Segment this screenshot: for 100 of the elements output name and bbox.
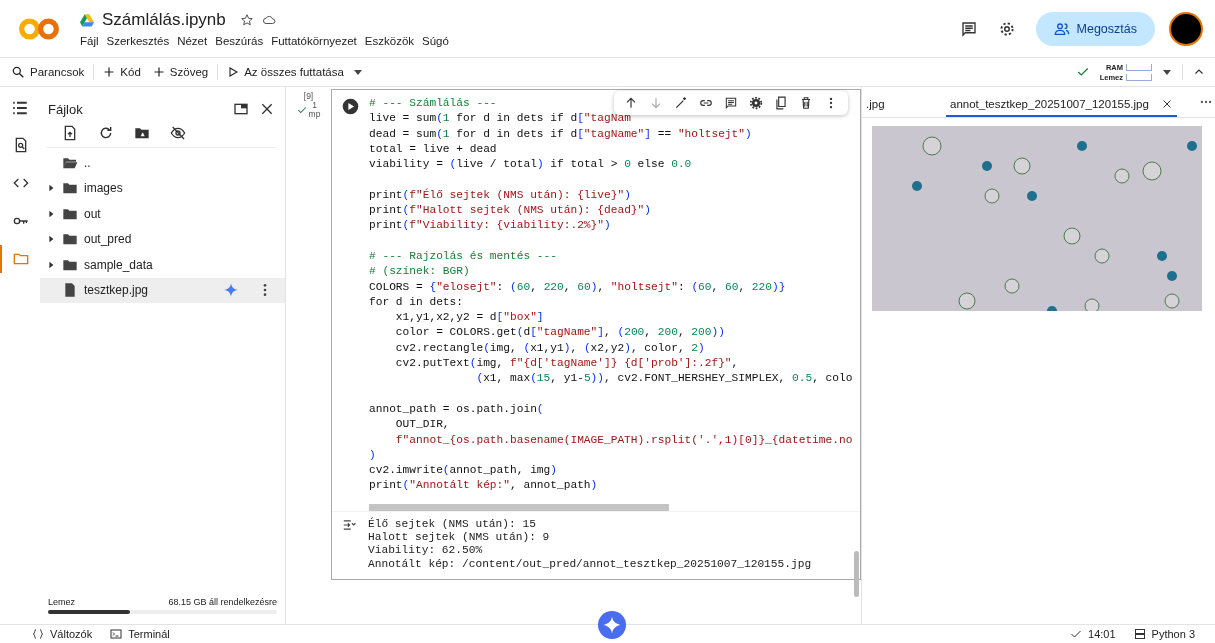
logo-icon[interactable]: [18, 16, 60, 41]
toolbar-button[interactable]: Parancsok: [8, 63, 88, 81]
terminal-icon: [110, 628, 123, 640]
file-row[interactable]: out_pred: [40, 226, 285, 252]
notebook-title[interactable]: Számlálás.ipynb: [102, 10, 226, 30]
hidden-eye-icon[interactable]: [170, 125, 186, 141]
avatar[interactable]: [1169, 11, 1203, 46]
list-icon[interactable]: [11, 99, 29, 117]
check-icon: [296, 104, 307, 115]
sparkle-button-icon[interactable]: [598, 611, 626, 639]
code-cell[interactable]: [331, 89, 861, 580]
code-line: print(f"Halott sejtek (NMS után): {dead}"): [369, 203, 651, 219]
code-line: f"annot_{os.path.basename(IMAGE_PATH).rsplit('.',1)[0]}_{datetime.no: [394, 432, 853, 448]
expand-arrow-icon[interactable]: [47, 235, 55, 244]
star-icon[interactable]: [239, 13, 254, 27]
code-line: (x1, max(15, y1-5)), cv2.FONT_HERSHEY_SIMPLEX, 0.5, colo: [475, 371, 853, 387]
variables-button[interactable]: Változók: [32, 628, 93, 640]
file-row[interactable]: images: [40, 175, 285, 201]
pen-sparkle-icon[interactable]: [674, 96, 688, 110]
file-row[interactable]: sample_data: [40, 252, 285, 278]
expand-arrow-icon[interactable]: [47, 184, 55, 193]
menu-item[interactable]: Nézet: [177, 35, 208, 47]
comment-icon[interactable]: [959, 19, 978, 38]
plus-icon: [152, 66, 165, 78]
menu-item[interactable]: Szerkesztés: [106, 35, 170, 47]
duration-value: 1: [312, 101, 317, 110]
code-line: cv2.imwrite(annot_path, img): [369, 463, 557, 479]
code-line: print(f"Viability: {viability:.2%}"): [369, 218, 611, 234]
mirror-cell-icon[interactable]: [774, 96, 788, 110]
drive-folder-icon[interactable]: [134, 125, 150, 141]
code-line: color = COLORS.get(d["tagName"], (200, 200, 200)): [394, 325, 725, 341]
file-row[interactable]: out: [40, 201, 285, 227]
window-icon[interactable]: [233, 101, 249, 117]
trash-icon[interactable]: [799, 96, 813, 110]
menu-item[interactable]: Eszközök: [364, 35, 415, 47]
menu-item[interactable]: Súgó: [422, 35, 449, 47]
cloud-icon[interactable]: [261, 13, 276, 27]
run-button-icon[interactable]: [342, 98, 359, 115]
file-row[interactable]: ..: [40, 150, 285, 176]
caret-icon[interactable]: [1162, 67, 1172, 77]
file-tab[interactable]: .jpg: [862, 98, 930, 117]
menu-item[interactable]: Beszúrás: [215, 35, 264, 47]
terminal-button[interactable]: Terminál: [110, 628, 170, 640]
settings-icon[interactable]: [749, 96, 763, 110]
code-line: cv2.putText(img, f"{d['tagName']} {d['prob']:.2f}",: [394, 356, 739, 372]
code-line: cv2.rectangle(img, (x1,y1), (x2,y2), color, 2): [394, 340, 705, 356]
vertical-scrollbar[interactable]: [854, 551, 859, 597]
server-icon: [1133, 628, 1146, 640]
run-time[interactable]: 14:01: [1070, 628, 1116, 640]
duration-unit: mp: [308, 109, 321, 118]
caret-icon[interactable]: [352, 67, 363, 77]
people-icon: [1053, 20, 1070, 37]
disk-free-text: 68.15 GB áll rendelkezésre: [168, 597, 277, 607]
search-page-icon: [13, 137, 29, 153]
refresh-icon[interactable]: [98, 125, 114, 141]
horizontal-scrollbar[interactable]: [369, 503, 669, 511]
upload-file-icon[interactable]: [62, 125, 78, 141]
check-icon: [1075, 65, 1090, 79]
file-icon: [62, 282, 78, 299]
panel-title: Fájlok: [48, 101, 84, 117]
code-line: annot_path = os.path.join(: [369, 401, 544, 417]
check-icon: [1070, 628, 1083, 640]
close-icon[interactable]: [259, 101, 275, 117]
output-line: Annotált kép: /content/out_pred/annot_tesztkep_20251007_120155.jpg: [368, 557, 812, 571]
ram-meter: [1126, 63, 1152, 71]
code-comment: # (színek: BGR): [369, 264, 470, 280]
code-line: for d in dets:: [369, 294, 463, 310]
code-comment: # --- Számlálás ---: [369, 96, 497, 111]
code-line: dead = sum(1 for d in dets if d["tagName"] == "holtsejt"): [369, 126, 752, 142]
toolbar-button[interactable]: Az összes futtatása: [224, 64, 347, 80]
runtime-button[interactable]: Python 3: [1133, 628, 1195, 640]
execution-count: [9]: [303, 91, 314, 101]
disk-label: Lemez: [48, 597, 75, 607]
search-icon: [11, 65, 25, 79]
code-line: x1,y1,x2,y2 = d["box"]: [394, 310, 544, 326]
plus-icon: [103, 66, 116, 78]
close-icon[interactable]: [1160, 98, 1173, 110]
code-line: OUT_DIR,: [394, 417, 450, 433]
menu-item[interactable]: Fájl: [80, 35, 99, 47]
menu-item[interactable]: Futtatókörnyezet: [271, 35, 357, 47]
code-comment: # --- Rajzolás és mentés ---: [369, 248, 557, 264]
arrow-up-icon[interactable]: [624, 96, 638, 110]
code-line: print("Annotált kép:", annot_path): [369, 478, 598, 494]
disk-meter: [1126, 73, 1152, 81]
output-toggle-icon[interactable]: [342, 517, 356, 532]
file-row[interactable]: tesztkep.jpg: [40, 277, 285, 303]
output-line: Élő sejtek (NMS után): 15: [368, 517, 537, 531]
expand-arrow-icon[interactable]: [47, 260, 55, 269]
drive-icon: [80, 13, 94, 27]
code-line: COLORS = {"elosejt": (60, 220, 60), "holtsejt": (60, 60, 220)}: [369, 279, 786, 295]
share-button[interactable]: Megosztás: [1035, 11, 1155, 46]
expand-arrow-icon[interactable]: [47, 209, 55, 218]
code-line: live = sum(1 for d in dets if d["tagNam: [369, 111, 631, 127]
output-line: Halott sejtek (NMS után): 9: [368, 531, 551, 545]
toolbar-button[interactable]: Kód: [100, 64, 144, 80]
code-line: viability = (live / total) if total > 0 else 0.0: [369, 157, 692, 173]
comment-icon[interactable]: [724, 96, 738, 110]
output-line: Viability: 62.50%: [368, 544, 484, 558]
toolbar-button[interactable]: Szöveg: [149, 64, 212, 80]
file-tab[interactable]: annot_tesztkep_20251007_120155.jpg: [946, 98, 1177, 117]
